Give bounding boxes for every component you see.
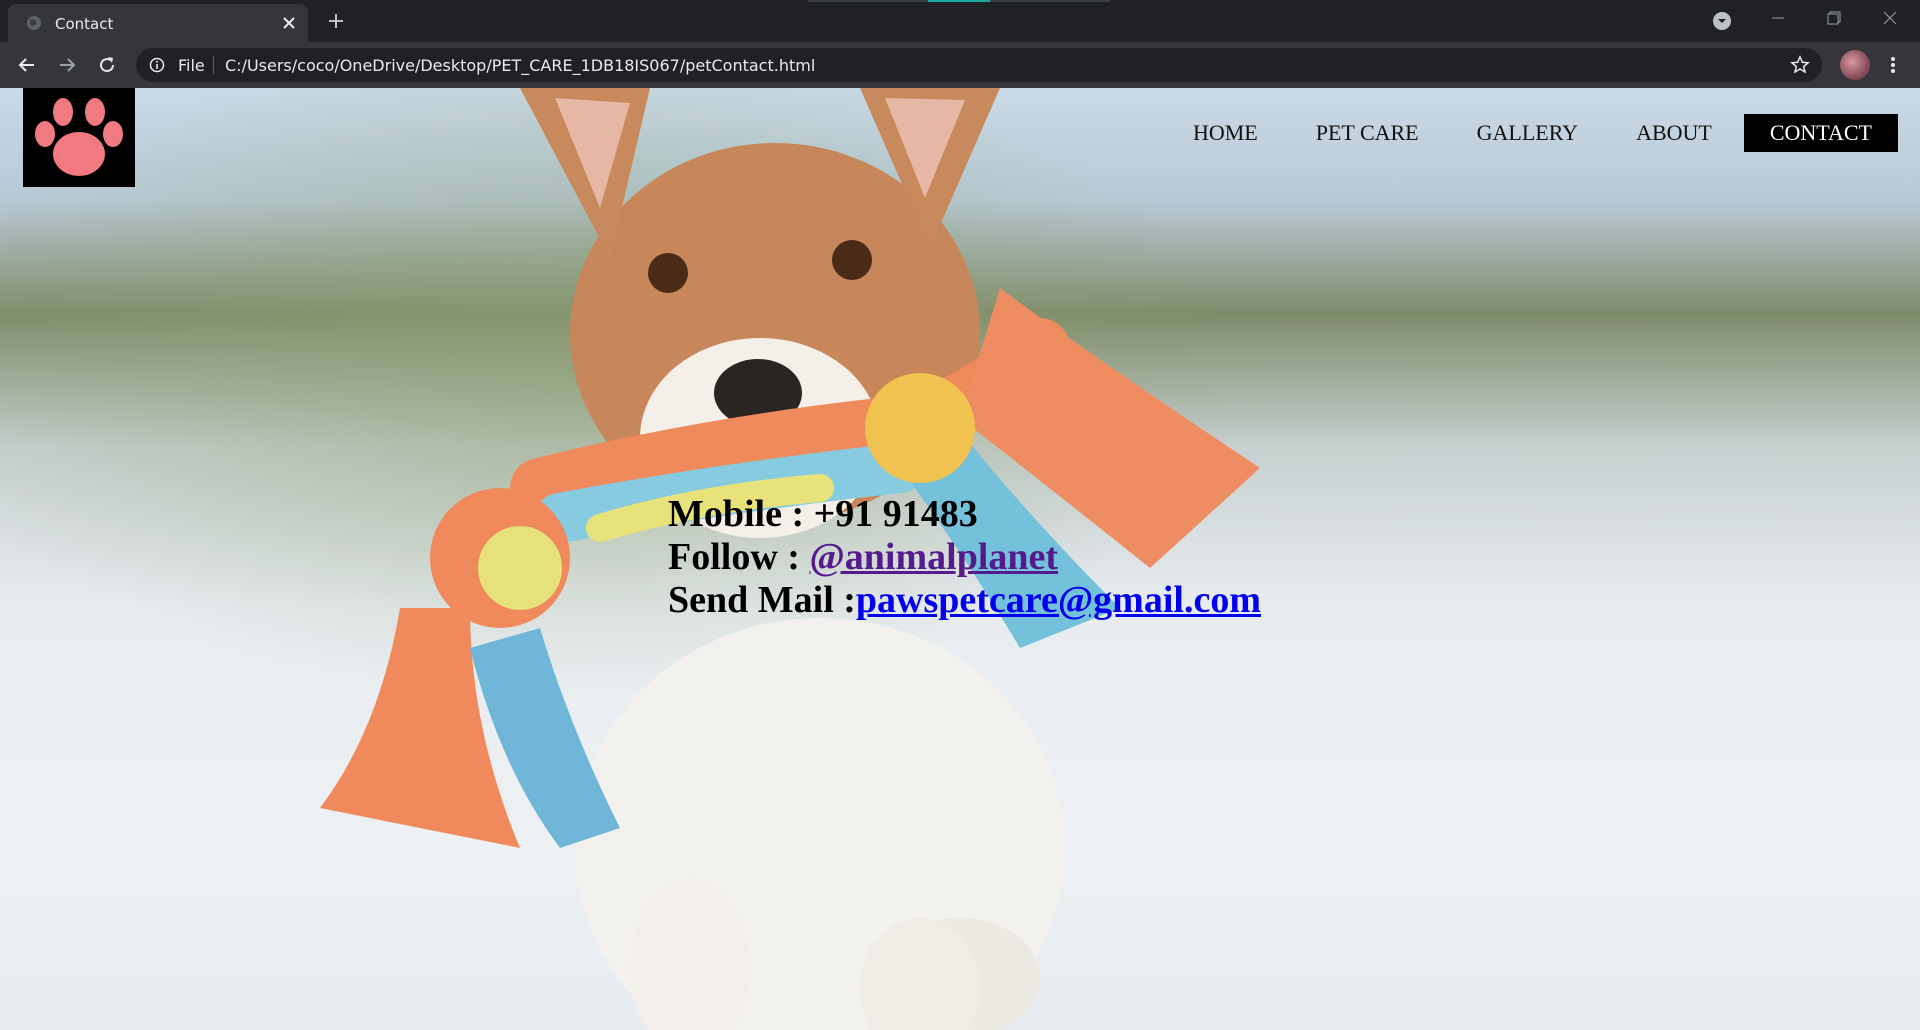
tab-search-icon[interactable] — [1712, 11, 1732, 31]
nav-contact[interactable]: CONTACT — [1743, 114, 1898, 152]
nav-home[interactable]: HOME — [1167, 114, 1284, 152]
mail-line: Send Mail :pawspetcare@gmail.com — [668, 579, 1261, 622]
nav-gallery[interactable]: GALLERY — [1451, 114, 1604, 152]
url-scheme-label: File — [178, 56, 205, 75]
close-tab-icon[interactable] — [280, 14, 298, 32]
nav-about[interactable]: ABOUT — [1610, 114, 1738, 152]
mobile-label: Mobile : — [668, 493, 814, 535]
forward-arrow-icon[interactable] — [56, 54, 78, 76]
tabstrip-accent-highlight — [928, 0, 990, 2]
window-close-icon[interactable] — [1880, 8, 1900, 28]
restore-icon[interactable] — [1824, 8, 1844, 28]
mail-label: Send Mail : — [668, 579, 856, 621]
browser-tabstrip: Contact — [0, 0, 1920, 42]
profile-avatar[interactable] — [1840, 50, 1870, 80]
nav-pet-care[interactable]: PET CARE — [1290, 114, 1445, 152]
paw-icon — [35, 98, 123, 176]
contact-info: Mobile : +91 91483 Follow : @animalplane… — [668, 493, 1261, 622]
tab-title: Contact — [55, 15, 114, 33]
follow-link[interactable]: @animalplanet — [809, 536, 1058, 578]
follow-label: Follow : — [668, 536, 810, 578]
info-icon[interactable] — [149, 57, 165, 73]
main-nav: HOME PET CARE GALLERY ABOUT CONTACT — [1161, 113, 1898, 153]
back-arrow-icon[interactable] — [16, 54, 38, 76]
globe-icon — [27, 16, 41, 30]
follow-line: Follow : @animalplanet — [668, 536, 1261, 579]
reload-icon[interactable] — [96, 54, 118, 76]
url-text[interactable]: C:/Users/coco/OneDrive/Desktop/PET_CARE_… — [225, 56, 815, 75]
address-separator — [213, 56, 214, 74]
site-logo[interactable] — [23, 88, 135, 187]
mobile-line: Mobile : +91 91483 — [668, 493, 1261, 536]
browser-toolbar: File C:/Users/coco/OneDrive/Desktop/PET_… — [0, 42, 1920, 88]
browser-tab-active[interactable]: Contact — [8, 4, 308, 42]
more-menu-icon[interactable] — [1886, 54, 1900, 76]
bookmark-star-icon[interactable] — [1790, 55, 1810, 75]
email-link[interactable]: pawspetcare@gmail.com — [856, 579, 1261, 621]
address-bar[interactable]: File C:/Users/coco/OneDrive/Desktop/PET_… — [136, 48, 1822, 82]
mobile-number: +91 91483 — [813, 493, 978, 535]
minimize-icon[interactable] — [1768, 8, 1788, 28]
new-tab-icon[interactable] — [326, 11, 346, 31]
page-viewport: HOME PET CARE GALLERY ABOUT CONTACT Mobi… — [0, 88, 1920, 1030]
